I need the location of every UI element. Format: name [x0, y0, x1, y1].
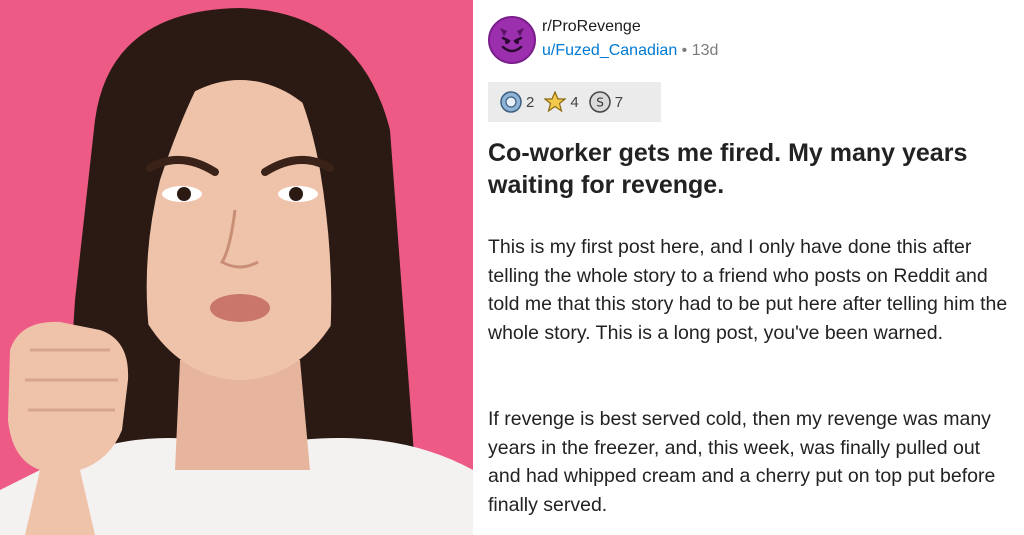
silver-award-icon — [500, 91, 522, 113]
award-count: 4 — [570, 93, 579, 111]
post-title[interactable]: Co-worker gets me fired. My many years w… — [488, 137, 998, 201]
award-count: 7 — [614, 93, 624, 111]
meta-separator: • — [681, 42, 688, 59]
award-count: 2 — [526, 93, 535, 111]
platinum-award-icon: S — [588, 91, 611, 113]
angry-woman-photo — [0, 0, 473, 535]
gold-award-icon — [544, 91, 567, 113]
post-age: 13d — [691, 42, 719, 59]
awards-bar[interactable]: 2 4 S 7 — [488, 82, 661, 122]
award-silver[interactable]: 2 — [500, 91, 534, 113]
username-link[interactable]: u/Fuzed_Canadian — [542, 42, 677, 59]
post-paragraph: This is my first post here, and I only h… — [488, 236, 1008, 344]
award-gold[interactable]: 4 — [544, 91, 579, 113]
post-meta: u/Fuzed_Canadian • 13d — [542, 41, 718, 61]
avatar-devil-icon[interactable] — [488, 16, 536, 64]
subreddit-name[interactable]: r/ProRevenge — [542, 17, 641, 37]
svg-text:S: S — [596, 96, 604, 110]
post-paragraph: If revenge is best served cold, then my … — [488, 408, 996, 516]
award-platinum[interactable]: S 7 — [588, 91, 624, 113]
